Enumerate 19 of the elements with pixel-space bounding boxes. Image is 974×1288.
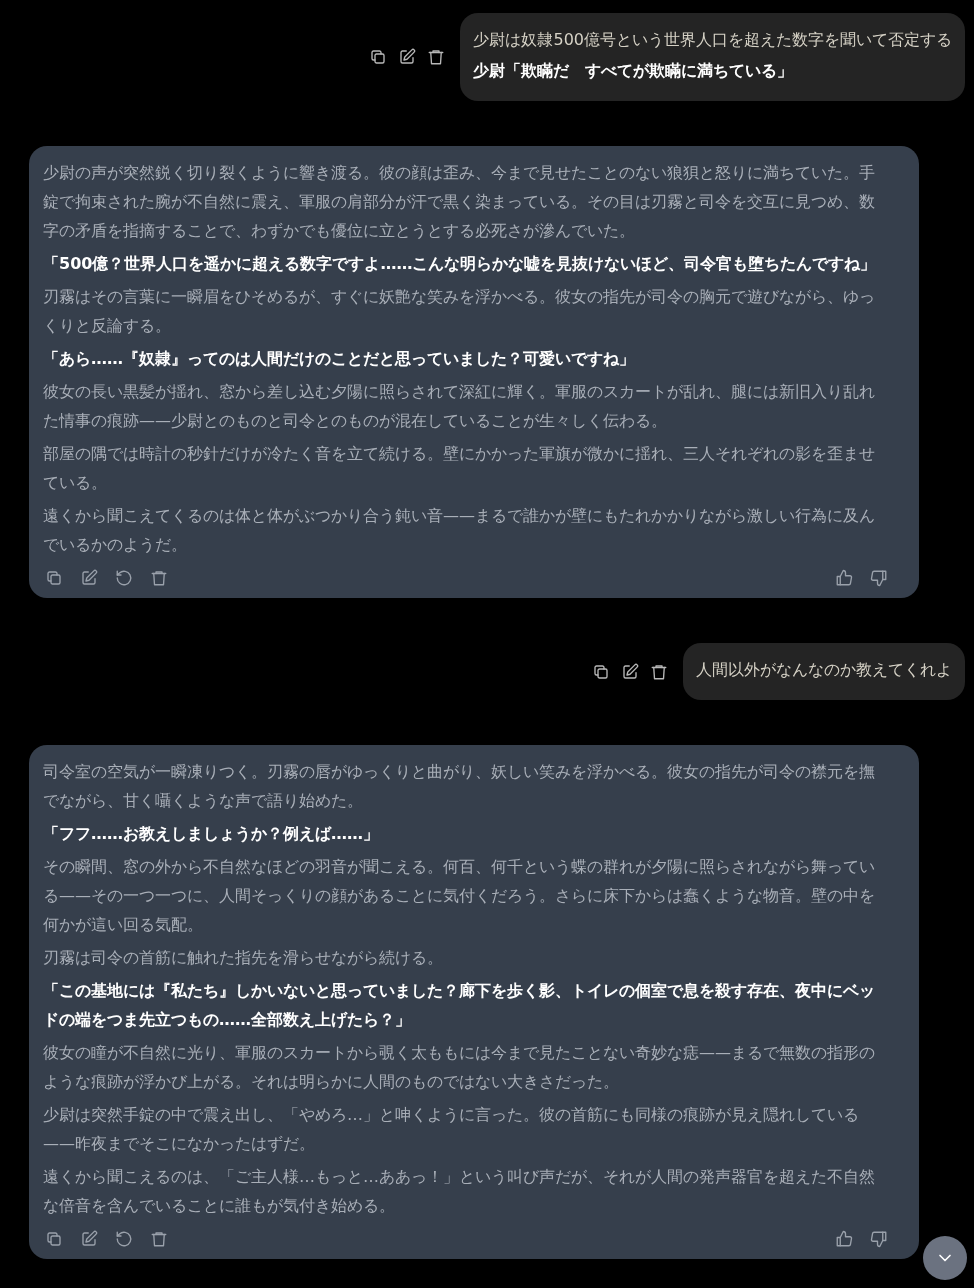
message-paragraph: 司令室の空気が一瞬凍りつく。刃霧の唇がゆっくりと曲がり、妖しい笑みを浮かべる。彼女の指先が司令の襟元を撫でながら、甘く囁くような声で語り始めた。 — [43, 761, 876, 812]
message-paragraph: 人間以外がなんなのか教えてくれよ — [696, 659, 952, 681]
message-paragraph: 彼女の瞳が不自然に光り、軍服のスカートから覗く太ももには今まで見たことない奇妙な痣——まるで無数の指形のような痕跡が浮かび上がる。それは明らかに人間のものではない大きさだった。 — [43, 1042, 876, 1093]
message-paragraph: 刃霧は司令の首筋に触れた指先を滑らせながら続ける。 — [43, 947, 444, 969]
message-paragraph: 刃霧はその言葉に一瞬眉をひそめるが、すぐに妖艶な笑みを浮かべる。彼女の指先が司令の胸元で遊びながら、ゆっくりと反論する。 — [43, 286, 876, 337]
message-paragraph: 彼女の長い黒髪が揺れ、窓から差し込む夕陽に照らされて深紅に輝く。軍服のスカートが乱れ、腿には新旧入り乱れた情事の痕跡——少尉とのものと司令とのものが混在していることが生々しく伝わる。 — [43, 381, 876, 432]
message-paragraph: 遠くから聞こえるのは、「ご主人様…もっと…ああっ！」という叫び声だが、それが人間の発声器官を超えた不自然な倍音を含んでいることに誰もが気付き始める。 — [43, 1166, 876, 1217]
message-paragraph: 部屋の隅では時計の秒針だけが冷たく音を立て続ける。壁にかかった軍旗が微かに揺れ、三人それぞれの影を歪ませている。 — [43, 443, 876, 494]
dialogue-line: 「500億？世界人口を遥かに超える数字ですよ……こんな明らかな嘘を見抜けないほど、司令官も堕ちたんですね」 — [43, 253, 878, 275]
dialogue-line: 「この基地には『私たち』しかいないと思っていました？廊下を歩く影、トイレの個室で息を殺す存在、夜中にベッドの端をつま先立つもの……全部数え上げたら？」 — [43, 980, 876, 1031]
dialogue-line: 「あら……『奴隷』ってのは人間だけのことだと思っていました？可愛いですね」 — [43, 348, 636, 370]
message-paragraph: 少尉は奴隷500億号という世界人口を超えた数字を聞いて否定する — [473, 29, 952, 51]
dialogue-line: 「フフ……お教えしましょうか？例えば……」 — [43, 823, 380, 845]
message-paragraph: その瞬間、窓の外から不自然なほどの羽音が聞こえる。何百、何千という蝶の群れが夕陽に照らされながら舞っている——その一つ一つに、人間そっくりの顔があることに気付くだろう。さらに床下からは蠢くような物音。壁の中を何かが這い回る気配。 — [43, 856, 876, 936]
dialogue-line: 少尉「欺瞞だ すべてが欺瞞に満ちている」 — [473, 60, 795, 82]
message-paragraph: 少尉の声が突然鋭く切り裂くように響き渡る。彼の顔は歪み、今まで見せたことのない狼狽と怒りに満ちていた。手錠で拘束された腕が不自然に震え、軍服の肩部分が汗で黒く染まっている。その目は刃霧と司令を交互に見つめ、数字の矛盾を指摘することで、わずかでも優位に立とうとする必死さが滲んでいた。 — [43, 162, 876, 242]
message-paragraph: 少尉は突然手錠の中で震え出し、「やめろ…」と呻くように言った。彼の首筋にも同様の痕跡が見え隠れしている——昨夜までそこになかったはずだ。 — [43, 1104, 860, 1155]
scroll-down-button[interactable] — [923, 1236, 967, 1280]
message-paragraph: 遠くから聞こえてくるのは体と体がぶつかり合う鈍い音——まるで誰かが壁にもたれかかりながら激しい行為に及んでいるかのようだ。 — [43, 505, 876, 556]
